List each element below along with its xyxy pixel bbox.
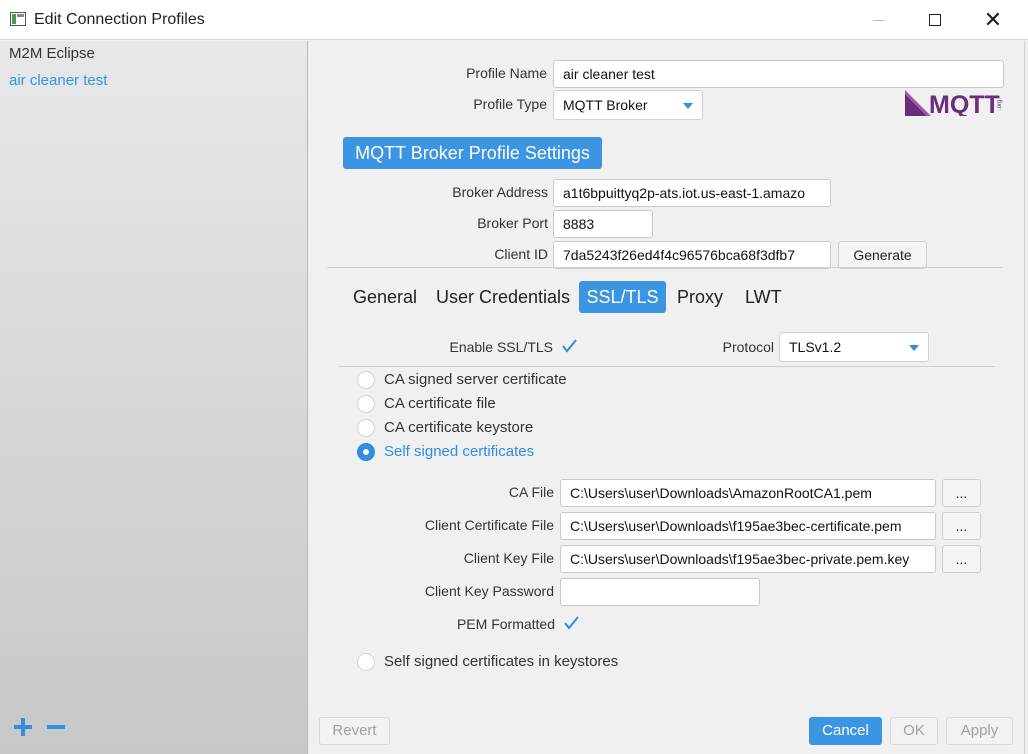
close-button[interactable]: ✕ [964,0,1022,40]
profile-item-selected[interactable]: air cleaner test [9,72,107,89]
chevron-down-icon [683,103,693,109]
maximize-button[interactable] [906,0,964,40]
minus-icon [47,725,65,729]
broker-port-input[interactable] [553,210,653,238]
plus-icon-stem [21,718,25,736]
maximize-icon [929,14,941,26]
self-signed-keystores-label: Self signed certificates in keystores [384,653,619,670]
client-certificate-file-label: Client Certificate File [424,517,554,533]
self-signed-certificates-radio[interactable] [357,443,375,461]
ssl-divider [339,366,995,367]
tab-lwt[interactable]: LWT [745,281,782,313]
tab-ssl-tls[interactable]: SSL/TLS [579,281,666,313]
mqtt-logo: MQTT .org [905,90,1003,116]
protocol-select[interactable]: TLSv1.2 [779,332,929,362]
remove-profile-button[interactable] [45,716,67,738]
self-signed-certificates-label: Self signed certificates [384,443,535,460]
client-key-file-input[interactable] [560,545,936,573]
client-key-file-label: Client Key File [463,550,554,566]
ca-file-label: CA File [508,484,554,500]
tab-user-credentials[interactable]: User Credentials [436,281,570,313]
broker-address-input[interactable] [553,179,831,207]
client-key-password-input[interactable] [560,578,760,606]
pem-formatted-checkbox[interactable] [563,615,579,631]
browse-ca-file-button[interactable]: ... [942,479,981,507]
mqtt-logo-sub: .org [997,100,1003,110]
mqtt-logo-text: MQTT [929,91,1000,116]
tab-proxy[interactable]: Proxy [677,281,723,313]
client-key-password-label: Client Key Password [424,583,554,599]
browse-client-certificate-button[interactable]: ... [942,512,981,540]
ca-signed-server-certificate-radio[interactable] [357,371,375,389]
minimize-button[interactable] [849,0,907,40]
close-icon: ✕ [983,7,1003,32]
broker-settings-section-header[interactable]: MQTT Broker Profile Settings [343,137,602,169]
self-signed-keystores-radio[interactable] [357,653,375,671]
browse-client-key-button[interactable]: ... [942,545,981,573]
profile-type-select[interactable]: MQTT Broker [553,90,703,120]
cancel-button[interactable]: Cancel [809,717,882,745]
ca-certificate-file-radio[interactable] [357,395,375,413]
window-title: Edit Connection Profiles [34,11,205,28]
profile-name-label: Profile Name [466,65,547,81]
generate-client-id-button[interactable]: Generate [838,241,927,269]
window-border [1024,41,1028,754]
section-divider [327,267,1003,268]
revert-button[interactable]: Revert [319,717,390,745]
minimize-icon [872,19,884,21]
profile-editor-panel: Profile Name Profile Type MQTT Broker MQ… [309,41,1028,754]
tab-general[interactable]: General [353,281,417,313]
ca-file-input[interactable] [560,479,936,507]
ok-button[interactable]: OK [890,717,938,745]
ca-certificate-keystore-radio[interactable] [357,419,375,437]
client-id-label: Client ID [494,246,548,262]
apply-button[interactable]: Apply [946,717,1013,745]
checkmark-icon [564,616,579,630]
profile-type-value: MQTT Broker [563,97,648,113]
app-icon [10,12,26,26]
protocol-label: Protocol [722,339,774,355]
profile-item[interactable]: M2M Eclipse [9,45,95,62]
protocol-value: TLSv1.2 [789,339,842,355]
checkmark-icon [562,339,577,353]
add-profile-button[interactable] [12,716,34,738]
profile-name-input[interactable] [553,60,1004,88]
broker-address-label: Broker Address [452,184,548,200]
enable-ssl-label: Enable SSL/TLS [449,339,553,355]
ca-signed-server-certificate-label: CA signed server certificate [384,371,567,388]
title-bar: Edit Connection Profiles ✕ [0,0,1028,40]
profile-list-sidebar: M2M Eclipse air cleaner test [0,41,308,754]
enable-ssl-checkbox[interactable] [561,338,577,354]
ca-certificate-file-label: CA certificate file [384,395,496,412]
ca-certificate-keystore-label: CA certificate keystore [384,419,534,436]
chevron-down-icon [909,345,919,351]
client-id-input[interactable] [553,241,831,269]
profile-type-label: Profile Type [473,96,547,112]
pem-formatted-label: PEM Formatted [456,616,555,632]
client-certificate-file-input[interactable] [560,512,936,540]
broker-port-label: Broker Port [477,215,548,231]
